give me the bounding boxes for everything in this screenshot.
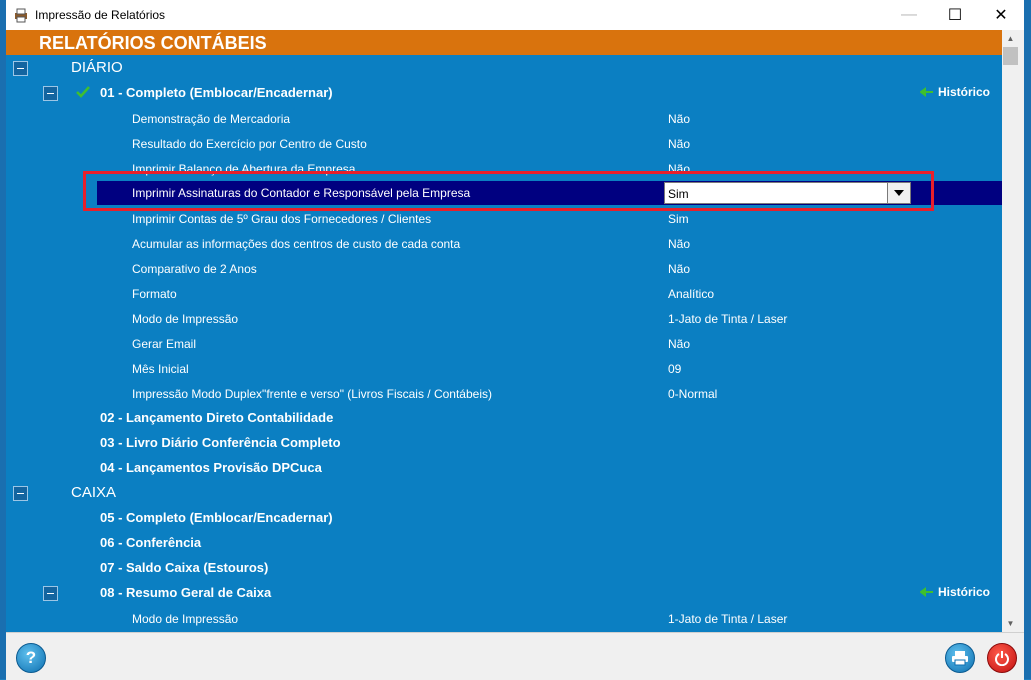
checkmark-icon (76, 86, 90, 98)
report-item-label: 03 - Livro Diário Conferência Completo (100, 435, 341, 450)
category-header: RELATÓRIOS CONTÁBEIS (6, 30, 1002, 55)
report-item-row[interactable]: 04 - Lançamentos Provisão DPCuca (6, 455, 1002, 480)
history-arrow-icon (920, 587, 933, 597)
param-label: Impressão Modo Duplex"frente e verso" (L… (132, 387, 492, 401)
param-row[interactable]: Gerar Email Não (6, 330, 1002, 355)
collapse-icon[interactable] (43, 86, 58, 101)
param-value: 1-Jato de Tinta / Laser (668, 312, 788, 326)
param-label: Modo de Impressão (132, 612, 239, 626)
param-label: Acumular as informações dos centros de c… (132, 237, 461, 251)
historico-link[interactable]: Histórico (920, 84, 990, 100)
param-value: Não (668, 337, 691, 351)
param-label: Comparativo de 2 Anos (132, 262, 257, 276)
section-label: DIÁRIO (71, 59, 123, 76)
report-item-label: 04 - Lançamentos Provisão DPCuca (100, 460, 322, 475)
report-item-label: 06 - Conferência (100, 535, 202, 550)
param-value: Não (668, 237, 691, 251)
power-icon (995, 651, 1009, 666)
exit-button[interactable] (987, 643, 1017, 673)
help-button[interactable]: ? (16, 643, 46, 673)
param-label: Mês Inicial (132, 362, 189, 376)
highlight-box (83, 171, 934, 211)
param-label: Imprimir Contas de 5º Grau dos Fornecedo… (132, 212, 432, 226)
param-label: Demonstração de Mercadoria (132, 112, 291, 126)
collapse-icon[interactable] (13, 61, 28, 76)
historico-label: Histórico (938, 85, 991, 99)
collapse-icon[interactable] (43, 586, 58, 601)
bottom-toolbar: ? (6, 632, 1024, 680)
historico-link[interactable]: Histórico (920, 584, 990, 600)
param-label: Gerar Email (132, 337, 197, 351)
close-button[interactable]: ✕ (978, 0, 1024, 30)
section-row-caixa[interactable]: CAIXA (6, 480, 1002, 505)
param-label: Modo de Impressão (132, 312, 239, 326)
param-row[interactable]: Modo de Impressão 1-Jato de Tinta / Lase… (6, 605, 1002, 630)
report-item-label: 07 - Saldo Caixa (Estouros) (100, 560, 269, 575)
scroll-thumb[interactable] (1003, 47, 1018, 65)
param-value: Analítico (668, 287, 715, 301)
report-item-label: 05 - Completo (Emblocar/Encadernar) (100, 510, 333, 525)
maximize-button[interactable]: ☐ (932, 0, 978, 30)
section-row-diario[interactable]: DIÁRIO (6, 55, 1002, 80)
report-item-row[interactable]: 01 - Completo (Emblocar/Encadernar) Hist… (6, 80, 1002, 105)
param-row[interactable]: Acumular as informações dos centros de c… (6, 230, 1002, 255)
param-row[interactable]: Mês Inicial 09 (6, 355, 1002, 380)
param-row[interactable]: Formato Analítico (6, 280, 1002, 305)
minimize-button[interactable]: — (886, 0, 932, 30)
param-row[interactable]: Impressão Modo Duplex"frente e verso" (L… (6, 380, 1002, 405)
report-item-label: 08 - Resumo Geral de Caixa (100, 585, 272, 600)
param-value: Não (668, 112, 691, 126)
historico-label: Histórico (938, 585, 991, 599)
param-row[interactable]: Modo de Impressão 1-Jato de Tinta / Lase… (6, 305, 1002, 330)
param-label: Resultado do Exercício por Centro de Cus… (132, 137, 367, 151)
window-title: Impressão de Relatórios (35, 8, 166, 22)
report-item-row[interactable]: 07 - Saldo Caixa (Estouros) (6, 555, 1002, 580)
vertical-scrollbar[interactable]: ▲ ▼ (1002, 30, 1019, 632)
param-label: Formato (132, 287, 177, 301)
report-item-label: 01 - Completo (Emblocar/Encadernar) (100, 85, 333, 100)
param-row[interactable]: Comparativo de 2 Anos Não (6, 255, 1002, 280)
printer-icon (952, 651, 968, 666)
report-item-row[interactable]: 05 - Completo (Emblocar/Encadernar) (6, 505, 1002, 530)
param-value: 09 (668, 362, 682, 376)
param-row[interactable]: Demonstração de Mercadoria Não (6, 105, 1002, 130)
report-item-row[interactable]: 02 - Lançamento Direto Contabilidade (6, 405, 1002, 430)
report-item-row[interactable]: 08 - Resumo Geral de Caixa Histórico (6, 580, 1002, 605)
print-button[interactable] (945, 643, 975, 673)
param-value: 0-Normal (668, 387, 718, 401)
printer-app-icon (15, 8, 27, 23)
collapse-icon[interactable] (13, 486, 28, 501)
section-label: CAIXA (71, 484, 117, 501)
param-value: Sim (668, 212, 689, 226)
title-bar: Impressão de Relatórios — ☐ ✕ (6, 0, 1024, 30)
report-tree-panel: RELATÓRIOS CONTÁBEIS DIÁRIO 01 - Complet… (6, 30, 1002, 632)
param-row[interactable]: Resultado do Exercício por Centro de Cus… (6, 130, 1002, 155)
history-arrow-icon (920, 87, 933, 97)
report-item-row[interactable]: 03 - Livro Diário Conferência Completo (6, 430, 1002, 455)
category-title: RELATÓRIOS CONTÁBEIS (39, 33, 267, 53)
param-value: 1-Jato de Tinta / Laser (668, 612, 788, 626)
scroll-up-arrow[interactable]: ▲ (1002, 30, 1019, 47)
report-item-row[interactable]: 06 - Conferência (6, 530, 1002, 555)
report-print-window: Impressão de Relatórios — ☐ ✕ RELATÓRIOS… (6, 0, 1024, 680)
scroll-down-arrow[interactable]: ▼ (1002, 615, 1019, 632)
param-value: Não (668, 262, 691, 276)
report-item-label: 02 - Lançamento Direto Contabilidade (100, 410, 334, 425)
param-value: Não (668, 137, 691, 151)
background-window-edge-right (1024, 0, 1031, 679)
help-icon: ? (25, 648, 37, 667)
